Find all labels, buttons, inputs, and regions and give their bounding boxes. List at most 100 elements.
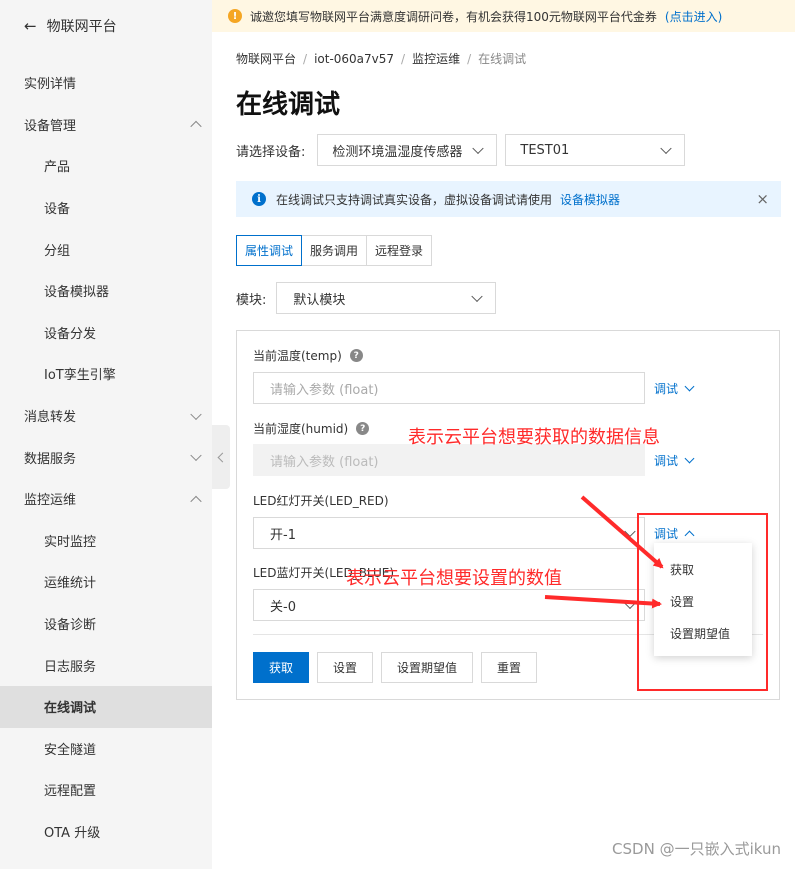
sidebar-header-title: 物联网平台	[46, 19, 117, 35]
sidebar-item-device-simulator[interactable]: 设备模拟器	[0, 270, 212, 312]
sidebar-item-online-debug[interactable]: 在线调试	[0, 685, 212, 728]
sidebar-item-label: 远程配置	[44, 784, 97, 800]
module-row: 模块: 默认模块	[236, 282, 497, 314]
sidebar-item-device-distribution[interactable]: 设备分发	[0, 312, 212, 354]
sidebar-item-label: 设备分发	[44, 326, 97, 342]
temp-input[interactable]: 请输入参数 (float)	[253, 372, 645, 404]
device-select-label: 请选择设备:	[236, 144, 306, 160]
property-label-temp: 当前温度(temp) ?	[253, 347, 363, 364]
sidebar-item-device[interactable]: 设备	[0, 187, 212, 229]
breadcrumb-item[interactable]: iot-060a7v57	[314, 52, 394, 66]
select-value: 开-1	[270, 527, 296, 543]
chevron-down-icon	[190, 449, 202, 462]
breadcrumb: 物联网平台 / iot-060a7v57/监控运维 / 在线调试	[236, 52, 527, 66]
sidebar-item-label: 分组	[44, 243, 71, 259]
sidebar-item-ops-statistics[interactable]: 运维统计	[0, 561, 212, 603]
breadcrumb-item[interactable]: 监控运维	[412, 52, 460, 66]
chevron-down-icon	[472, 142, 485, 155]
property-label-text: 当前温度(temp)	[253, 349, 342, 363]
debug-link-label: 调试	[654, 454, 679, 468]
survey-banner: ! 诚邀您填写物联网平台满意度调研问卷，有机会获得100元物联网平台代金券 (点…	[212, 0, 795, 32]
module-select[interactable]: 默认模块	[276, 282, 497, 314]
breadcrumb-item[interactable]: 物联网平台	[236, 52, 296, 66]
get-button[interactable]: 获取	[253, 652, 310, 683]
warning-icon: !	[228, 9, 242, 23]
sidebar-item-label: 监控运维	[24, 493, 77, 509]
sidebar-item-secure-tunnel[interactable]: 安全隧道	[0, 728, 212, 770]
sidebar-item-label: 在线调试	[44, 701, 97, 717]
info-icon: i	[252, 192, 266, 206]
sidebar-item-label: 日志服务	[44, 659, 97, 675]
chevron-down-icon	[684, 453, 695, 464]
product-select[interactable]: 检测环境温湿度传感器	[317, 134, 498, 166]
annotation-set-text: 表示云平台想要设置的数值	[346, 568, 562, 589]
help-icon[interactable]: ?	[356, 422, 370, 435]
set-button[interactable]: 设置	[317, 652, 374, 683]
sidebar-item-label: 消息转发	[24, 410, 77, 426]
sidebar-item-realtime-monitor[interactable]: 实时监控	[0, 520, 212, 562]
sidebar-item-label: 数据服务	[24, 451, 77, 467]
chevron-down-icon	[684, 381, 695, 392]
chevron-down-icon	[471, 290, 484, 303]
sidebar-item-group[interactable]: 分组	[0, 228, 212, 270]
sidebar-item-message-forwarding[interactable]: 消息转发	[0, 395, 212, 437]
sidebar-item-device-diagnosis[interactable]: 设备诊断	[0, 603, 212, 645]
info-message: i 在线调试只支持调试真实设备，虚拟设备调试请使用 设备模拟器 ×	[236, 181, 781, 217]
sidebar-item-device-management[interactable]: 设备管理	[0, 104, 212, 146]
reset-button[interactable]: 重置	[481, 652, 538, 683]
page-title: 在线调试	[236, 90, 341, 120]
sidebar-item-iot-twin-engine[interactable]: IoT孪生引擎	[0, 353, 212, 395]
sidebar-back-header[interactable]: ← 物联网平台	[0, 0, 212, 52]
sidebar-item-data-service[interactable]: 数据服务	[0, 436, 212, 478]
banner-link[interactable]: (点击进入)	[665, 8, 722, 25]
device-select[interactable]: TEST01	[505, 134, 686, 166]
close-icon[interactable]: ×	[756, 190, 769, 208]
property-label-led-red: LED红灯开关(LED_RED)	[253, 492, 389, 509]
device-simulator-link[interactable]: 设备模拟器	[560, 191, 620, 208]
set-expected-button[interactable]: 设置期望值	[381, 652, 474, 683]
sidebar-item-label: 设备模拟器	[44, 285, 110, 301]
sidebar-item-label: 产品	[44, 160, 71, 176]
led-red-select[interactable]: 开-1	[253, 517, 645, 549]
annotation-highlight-box	[637, 513, 768, 691]
device-select-value: TEST01	[520, 142, 570, 158]
sidebar-item-label: OTA 升级	[44, 825, 101, 841]
debug-tabs: 属性调试 服务调用 远程登录	[236, 235, 433, 266]
annotation-get-text: 表示云平台想要获取的数据信息	[408, 427, 660, 448]
sidebar: ← 物联网平台 实例详情 设备管理 产品 设备 分组 设备模拟器 设备分发 Io…	[0, 0, 212, 869]
sidebar-item-label: 设备	[44, 202, 71, 218]
sidebar-collapse-handle[interactable]	[212, 425, 230, 489]
chevron-up-icon	[190, 121, 202, 133]
led-blue-select[interactable]: 关-0	[253, 589, 645, 621]
tab-property-debug[interactable]: 属性调试	[236, 235, 303, 266]
chevron-down-icon	[624, 597, 636, 610]
tab-remote-login[interactable]: 远程登录	[366, 235, 433, 266]
banner-text: 诚邀您填写物联网平台满意度调研问卷，有机会获得100元物联网平台代金券	[250, 9, 657, 24]
sidebar-item-log-service[interactable]: 日志服务	[0, 644, 212, 686]
module-label: 模块:	[236, 292, 267, 308]
sidebar-item-instance-detail[interactable]: 实例详情	[0, 62, 212, 104]
sidebar-item-monitoring-ops[interactable]: 监控运维	[0, 478, 212, 520]
tab-service-call[interactable]: 服务调用	[301, 235, 368, 266]
sidebar-item-remote-config[interactable]: 远程配置	[0, 769, 212, 811]
debug-dropdown-temp[interactable]: 调试	[654, 380, 695, 397]
sidebar-item-ota-upgrade[interactable]: OTA 升级	[0, 811, 212, 853]
product-select-value: 检测环境温湿度传感器	[332, 144, 463, 160]
help-icon[interactable]: ?	[349, 349, 363, 362]
arrow-left-icon[interactable]: ←	[24, 17, 37, 35]
sidebar-item-label: 设备管理	[24, 118, 77, 134]
sidebar-item-label: IoT孪生引擎	[44, 368, 116, 384]
action-buttons: 获取 设置 设置期望值 重置	[253, 652, 545, 683]
debug-dropdown-humid[interactable]: 调试	[654, 452, 695, 469]
device-select-row: 请选择设备: 检测环境温湿度传感器 TEST01	[236, 134, 686, 166]
property-label-text: LED红灯开关(LED_RED)	[253, 494, 389, 508]
module-select-value: 默认模块	[293, 292, 346, 308]
property-label-humid: 当前湿度(humid) ?	[253, 420, 370, 437]
chevron-left-icon	[217, 452, 228, 462]
debug-link-label: 调试	[654, 382, 679, 396]
breadcrumb-current: 在线调试	[478, 52, 527, 66]
property-label-text: 当前湿度(humid)	[253, 422, 349, 436]
sidebar-item-product[interactable]: 产品	[0, 145, 212, 187]
chevron-down-icon	[624, 525, 636, 538]
chevron-up-icon	[190, 495, 202, 507]
